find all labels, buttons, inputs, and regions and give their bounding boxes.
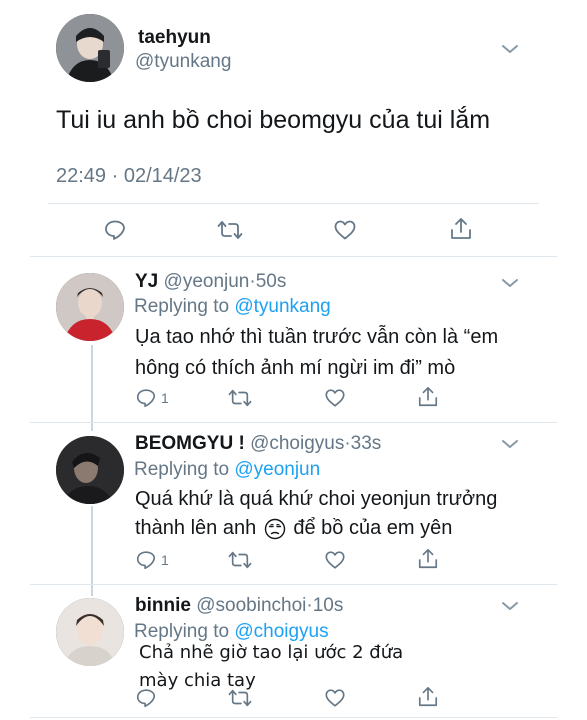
reply-1-text-line-1: Ụa tao nhớ thì tuần trước vẫn còn là “em [135,326,499,348]
avatar-binnie[interactable] [56,598,124,666]
reply-2-text-part-b: để bồ của em yên [287,517,453,539]
reply-1-like-button[interactable] [324,387,346,409]
reply-2-like-button[interactable] [324,549,346,571]
reply-1-header: YJ @yeonjun·50s [135,271,286,293]
replying-to-label: Replying to [134,621,235,642]
reply-3-header: binnie @soobinchoi·10s [135,595,343,617]
reply-1-handle[interactable]: @yeonjun [164,271,250,292]
reply-2-reply-button[interactable]: 1 [135,549,169,571]
reply-1-text-line-2: hông có thích ảnh mí ngừi im đi” mò [135,357,456,379]
reply-2-text-line-1: Quá khứ là quá khứ choi yeonjun trưởng [135,488,498,510]
share-icon [418,387,438,407]
main-reply-button[interactable] [103,218,127,242]
reply-icon [105,220,125,240]
reply-1-retweet-button[interactable] [228,387,252,409]
main-retweet-button[interactable] [217,218,243,242]
replying-to-label: Replying to [134,459,235,480]
reply-3-like-button[interactable] [324,687,346,709]
main-handle[interactable]: @tyunkang [135,51,231,73]
reply-2-text-part-a: thành lên anh [135,517,262,539]
avatar-beomgyu[interactable] [56,436,124,504]
reply-2-time[interactable]: ·33s [344,433,381,454]
reply-3-share-button[interactable] [417,685,439,709]
share-icon [418,549,438,569]
share-icon [418,687,438,707]
main-timestamp[interactable]: 22:49 · 02/14/23 [56,165,202,188]
divider [30,584,557,585]
heart-icon [325,389,345,407]
retweet-icon [228,689,252,707]
reply-3-display-name[interactable]: binnie [135,595,191,616]
reply-1-time[interactable]: ·50s [249,271,286,292]
heart-icon [334,220,356,240]
thread-connector-line [91,345,93,431]
reply-3-handle[interactable]: @soobinchoi [196,595,306,616]
thread-connector-line [91,506,93,596]
reply-1-chevron-down-icon[interactable] [500,276,520,290]
reply-2-share-button[interactable] [417,547,439,571]
reply-1-reply-button[interactable]: 1 [135,387,169,409]
reply-icon [136,389,156,408]
unamused-face-icon [264,518,285,539]
reply-icon [136,689,156,708]
reply-2-chevron-down-icon[interactable] [500,437,520,451]
divider [30,256,557,257]
replying-to-link[interactable]: @tyunkang [234,296,330,317]
divider [30,422,557,423]
divider [48,203,539,204]
avatar-yj[interactable] [56,273,124,341]
heart-icon [325,551,345,569]
reply-2-handle[interactable]: @choigyus [250,433,344,454]
divider [30,717,557,718]
reply-3-time[interactable]: ·10s [306,595,343,616]
reply-2-text-line-2: thành lên anh để bồ của em yên [135,517,452,540]
reply-2-header: BEOMGYU ! @choigyus·33s [135,433,381,455]
reply-3-chevron-down-icon[interactable] [500,599,520,613]
main-chevron-down-icon[interactable] [500,42,520,56]
reply-2-display-name[interactable]: BEOMGYU ! [135,433,245,454]
reply-3-text-line-1: Chả nhẽ giờ tao lại ước 2 đứa [139,642,404,663]
reply-1-share-button[interactable] [417,385,439,409]
replying-to-link[interactable]: @yeonjun [234,459,320,480]
reply-3-retweet-button[interactable] [228,687,252,709]
reply-2-replying-to: Replying to @yeonjun [134,459,320,481]
main-display-name[interactable]: taehyun [138,27,211,49]
main-tweet-text: Tui iu anh bồ choi beomgyu của tui lắm [56,106,491,134]
replying-to-link[interactable]: @choigyus [234,621,328,642]
avatar-taehyun[interactable] [56,14,124,82]
retweet-icon [217,221,243,239]
reply-1-display-name[interactable]: YJ [135,271,158,292]
replying-to-label: Replying to [134,296,235,317]
reply-3-replying-to: Replying to @choigyus [134,621,329,643]
reply-3-reply-button[interactable] [135,687,157,709]
main-like-button[interactable] [333,218,357,242]
reply-2-retweet-button[interactable] [228,549,252,571]
main-share-button[interactable] [449,216,473,242]
reply-icon [136,551,156,570]
reply-count: 1 [161,552,169,568]
retweet-icon [228,551,252,569]
heart-icon [325,689,345,707]
reply-count: 1 [161,390,169,406]
reply-1-replying-to: Replying to @tyunkang [134,296,331,318]
share-icon [451,218,471,239]
retweet-icon [228,389,252,407]
